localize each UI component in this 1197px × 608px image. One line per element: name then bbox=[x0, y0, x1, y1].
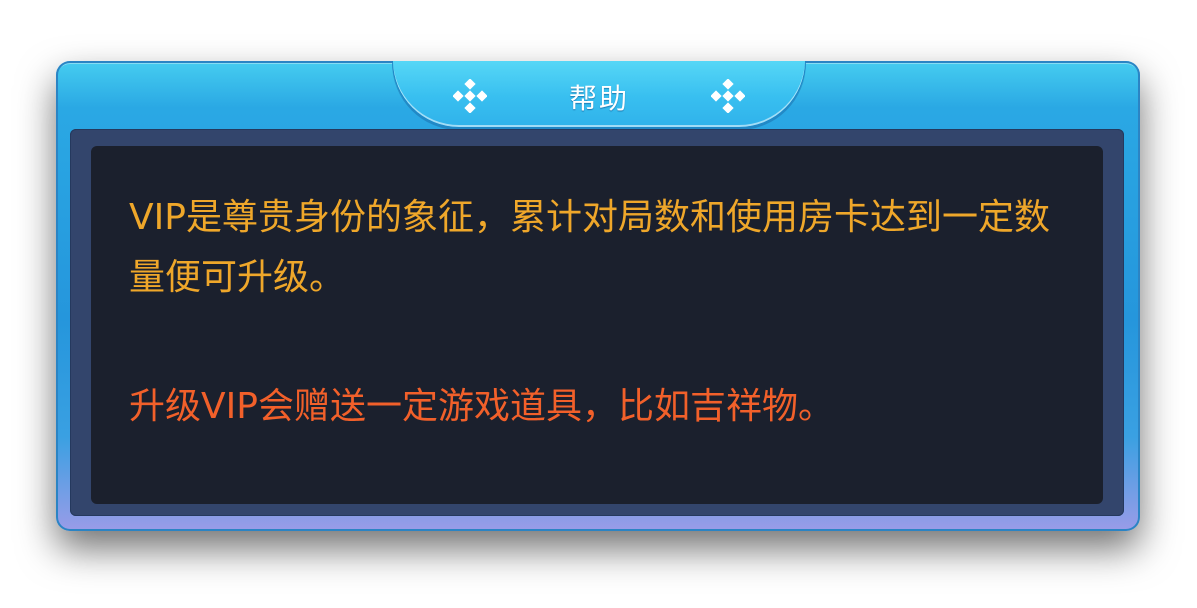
content-frame: VIP是尊贵身份的象征，累计对局数和使用房卡达到一定数量便可升级。 升级VIP会… bbox=[70, 129, 1124, 516]
help-paragraph-vip-rewards: 升级VIP会赠送一定游戏道具，比如吉祥物。 bbox=[129, 386, 834, 427]
help-paragraph-vip-description: VIP是尊贵身份的象征，累计对局数和使用房卡达到一定数量便可升级。 bbox=[129, 197, 1050, 298]
help-dialog: 帮助 VIP是尊贵身份的象征，累计对局数和使用房卡达到一定数量便可升级。 升级V… bbox=[56, 61, 1140, 531]
diamond-ornament-icon bbox=[711, 79, 745, 113]
help-content-panel: VIP是尊贵身份的象征，累计对局数和使用房卡达到一定数量便可升级。 升级VIP会… bbox=[91, 146, 1103, 504]
title-tab: 帮助 bbox=[392, 61, 806, 128]
